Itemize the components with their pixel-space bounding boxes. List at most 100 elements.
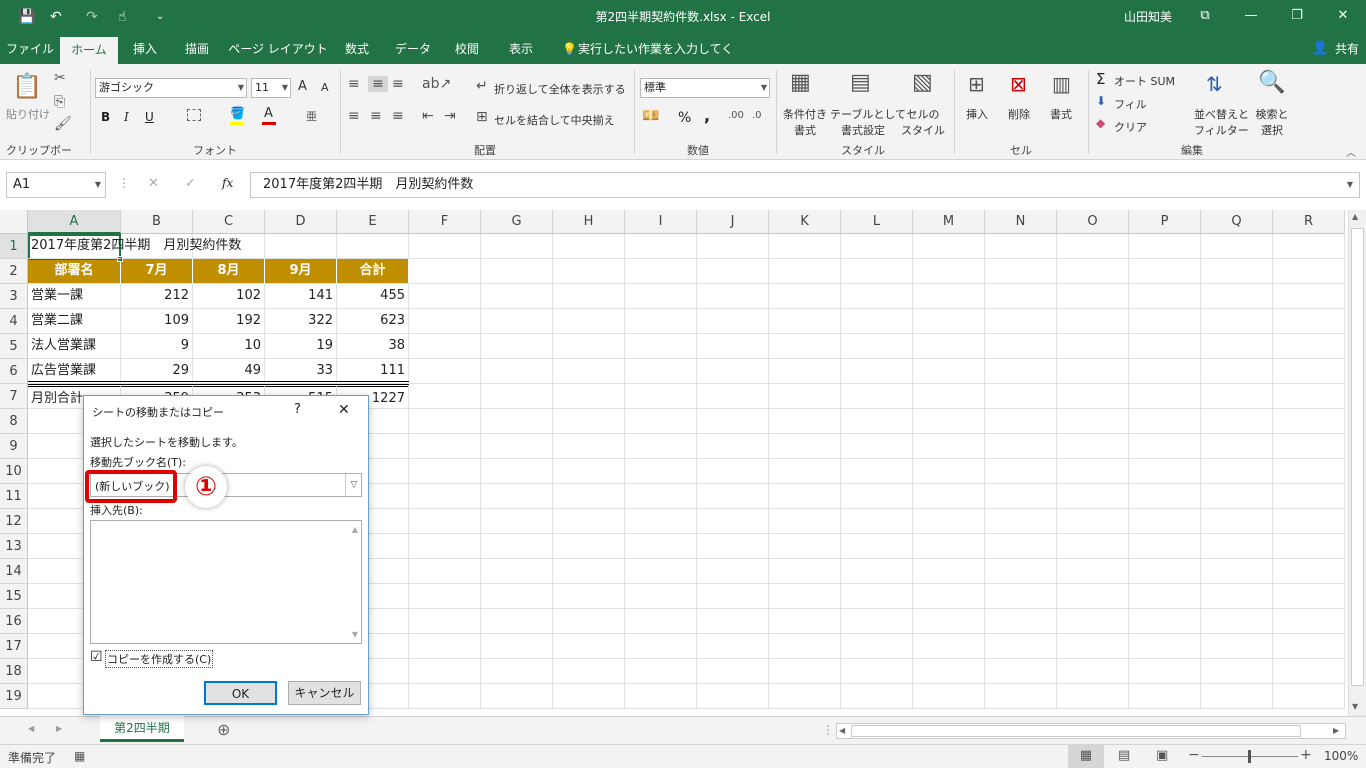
currency-icon[interactable]: 💴 (642, 108, 659, 124)
cell[interactable] (1057, 684, 1129, 709)
cell[interactable] (769, 284, 841, 309)
find-select-icon[interactable]: 🔍 (1258, 70, 1285, 95)
chevron-down-icon[interactable]: ▽ (345, 474, 362, 496)
cell[interactable] (625, 334, 697, 359)
cell[interactable] (841, 259, 913, 284)
zoom-out-icon[interactable]: − (1188, 747, 1200, 763)
cell[interactable] (481, 684, 553, 709)
copy-icon[interactable]: ⎘ (54, 94, 65, 110)
cell[interactable] (481, 484, 553, 509)
cell[interactable] (1057, 659, 1129, 684)
font-color-button[interactable]: A (264, 106, 273, 121)
cell[interactable] (1057, 634, 1129, 659)
percent-button[interactable]: % (678, 110, 691, 126)
column-header[interactable]: J (697, 210, 769, 234)
cell[interactable] (697, 559, 769, 584)
ribbon-display-options-icon[interactable]: ⧉ (1192, 4, 1218, 28)
cell[interactable] (1273, 659, 1345, 684)
expand-formula-icon[interactable]: ▼ (1347, 173, 1353, 197)
share-button[interactable]: 共有 (1330, 34, 1364, 64)
orientation-icon[interactable]: ab↗ (422, 76, 451, 92)
cell[interactable] (1129, 384, 1201, 409)
format-cells-button[interactable]: 書式 (1050, 106, 1072, 122)
cell[interactable] (1273, 384, 1345, 409)
cell[interactable] (913, 609, 985, 634)
zoom-level[interactable]: 100% (1324, 749, 1358, 763)
cell[interactable] (841, 434, 913, 459)
cell[interactable] (1201, 534, 1273, 559)
cell-styles-icon[interactable]: ▧ (912, 70, 933, 95)
cell[interactable] (1057, 334, 1129, 359)
cell[interactable] (481, 234, 553, 259)
cell[interactable] (985, 434, 1057, 459)
cell[interactable] (913, 509, 985, 534)
cell[interactable] (1057, 284, 1129, 309)
cell[interactable] (1201, 484, 1273, 509)
row-header[interactable]: 12 (0, 509, 28, 534)
cell[interactable] (985, 609, 1057, 634)
align-center-icon[interactable]: ≡ (370, 108, 382, 124)
cell[interactable] (481, 534, 553, 559)
cell[interactable] (913, 334, 985, 359)
cell[interactable] (625, 434, 697, 459)
cell[interactable] (553, 284, 625, 309)
cell[interactable] (1201, 434, 1273, 459)
cell[interactable] (625, 409, 697, 434)
cell[interactable] (625, 634, 697, 659)
cell[interactable] (985, 684, 1057, 709)
table-cell[interactable]: 営業二課 (28, 309, 121, 334)
cell[interactable] (409, 409, 481, 434)
cut-icon[interactable]: ✂ (54, 70, 66, 86)
cell[interactable] (1201, 259, 1273, 284)
row-header[interactable]: 7 (0, 384, 28, 409)
cell[interactable] (841, 284, 913, 309)
row-header[interactable]: 10 (0, 459, 28, 484)
cell[interactable] (409, 484, 481, 509)
sort-filter-icon[interactable]: ⇅ (1206, 72, 1223, 96)
table-header-cell[interactable]: 合計 (337, 259, 409, 284)
confirm-entry-icon[interactable]: ✓ (185, 176, 196, 191)
clear-button[interactable]: クリア (1114, 119, 1147, 135)
create-copy-label[interactable]: コピーを作成する(C) (105, 650, 214, 668)
cell[interactable] (985, 509, 1057, 534)
shrink-font-button[interactable]: A (321, 81, 329, 94)
tab-data[interactable]: データ (388, 34, 438, 64)
cell[interactable] (841, 384, 913, 409)
cell[interactable] (1057, 259, 1129, 284)
cell[interactable] (697, 609, 769, 634)
ok-button[interactable]: OK (204, 681, 277, 705)
row-header[interactable]: 9 (0, 434, 28, 459)
cell[interactable] (1273, 259, 1345, 284)
cell[interactable] (625, 584, 697, 609)
row-header[interactable]: 19 (0, 684, 28, 709)
column-header[interactable]: F (409, 210, 481, 234)
cell[interactable] (1273, 609, 1345, 634)
cell[interactable] (1201, 634, 1273, 659)
cell[interactable] (481, 659, 553, 684)
cell[interactable] (1057, 534, 1129, 559)
cell[interactable] (769, 409, 841, 434)
cell[interactable] (1129, 234, 1201, 259)
cell[interactable] (913, 284, 985, 309)
help-button[interactable]: ? (294, 402, 301, 417)
cell[interactable] (265, 234, 337, 259)
cell[interactable] (769, 384, 841, 409)
close-icon[interactable]: ✕ (1330, 4, 1356, 28)
row-header[interactable]: 2 (0, 259, 28, 284)
cell[interactable] (841, 584, 913, 609)
cell[interactable] (913, 259, 985, 284)
decrease-decimal-icon[interactable]: .0 (752, 110, 762, 121)
cell-title[interactable]: 2017年度第2四半期 月別契約件数 (28, 234, 241, 259)
cell[interactable] (625, 609, 697, 634)
cell[interactable] (841, 659, 913, 684)
cell[interactable] (481, 634, 553, 659)
cell[interactable] (697, 434, 769, 459)
cell[interactable] (1129, 609, 1201, 634)
cell[interactable] (481, 409, 553, 434)
row-header[interactable]: 3 (0, 284, 28, 309)
cell[interactable] (1273, 434, 1345, 459)
cell[interactable] (769, 434, 841, 459)
prev-sheet-icon[interactable]: ◀ (28, 724, 34, 733)
cell[interactable] (409, 459, 481, 484)
tab-page-layout[interactable]: ページ レイアウト (228, 34, 328, 64)
